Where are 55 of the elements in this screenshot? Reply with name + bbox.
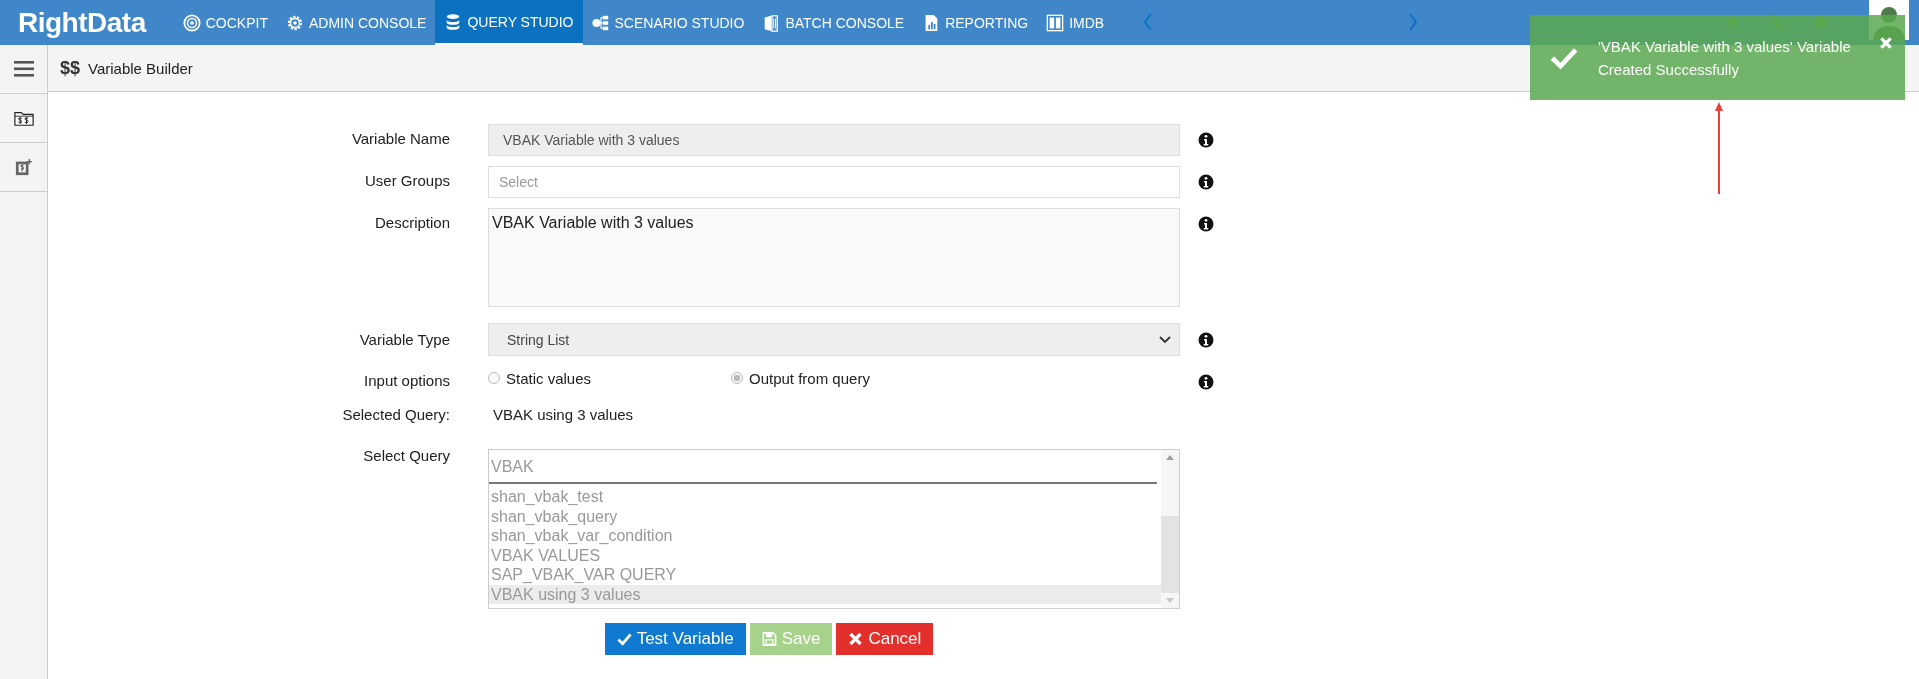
- nav-tab[interactable]: SCENARIO STUDIO: [582, 0, 754, 45]
- variable-name-field[interactable]: VBAK Variable with 3 values: [488, 124, 1180, 156]
- nav-tab[interactable]: REPORTING: [913, 0, 1038, 45]
- info-icon[interactable]: [1198, 132, 1214, 148]
- query-list-item[interactable]: SAP_VBAK_VAR QUERY: [489, 565, 1161, 585]
- radio-label: Static values: [506, 369, 592, 387]
- action-button[interactable]: Cancel: [836, 623, 934, 655]
- field-label: Selected Query:: [341, 405, 451, 423]
- radio-button[interactable]: [731, 372, 743, 384]
- caret-icon: [1159, 335, 1171, 344]
- user-groups-field[interactable]: Select: [488, 166, 1180, 198]
- dollar-folder-icon[interactable]: [13, 109, 34, 127]
- dollar-add-icon[interactable]: [13, 158, 34, 176]
- query-list-item[interactable]: shan_vbak_query: [489, 506, 1161, 526]
- close-icon[interactable]: [1879, 36, 1893, 50]
- selected-query-value: VBAK using 3 values: [492, 405, 635, 423]
- radio-option[interactable]: Static values: [488, 369, 731, 387]
- flow-icon: [591, 13, 610, 32]
- query-list-item[interactable]: shan_vbak_var_condition: [489, 526, 1161, 546]
- description-field[interactable]: VBAK Variable with 3 values: [488, 208, 1180, 307]
- toast-message: 'VBAK Variable with 3 values' Variable Created Successfully: [1598, 36, 1852, 80]
- nav-tab[interactable]: QUERY STUDIO: [435, 0, 583, 45]
- action-button[interactable]: Test Variable: [604, 623, 746, 655]
- query-list-item[interactable]: VBAK using 3 values: [489, 584, 1161, 604]
- menu-icon[interactable]: [13, 60, 34, 78]
- info-icon[interactable]: [1198, 216, 1214, 232]
- field-label: Variable Name: [350, 129, 451, 147]
- radio-button[interactable]: [488, 372, 500, 384]
- variable-type-dropdown[interactable]: String List: [488, 323, 1180, 356]
- field-label: Input options: [363, 371, 451, 389]
- field-label: Select Query: [362, 446, 451, 464]
- nav-tab[interactable]: COCKPIT: [173, 0, 277, 45]
- info-icon[interactable]: [1198, 174, 1214, 190]
- nav-tab[interactable]: ADMIN CONSOLE: [276, 0, 436, 45]
- columns-icon: [1046, 13, 1065, 32]
- query-list-item[interactable]: VBAK VALUES: [489, 545, 1161, 565]
- field-label: Variable Type: [358, 330, 451, 348]
- variable-icon: $$: [60, 57, 81, 79]
- info-icon[interactable]: [1198, 332, 1214, 348]
- target-icon: [182, 13, 201, 32]
- book-icon: [762, 13, 781, 32]
- check-icon: [1550, 46, 1578, 69]
- logo[interactable]: RightData: [18, 6, 146, 39]
- nav-tab[interactable]: BATCH CONSOLE: [753, 0, 914, 45]
- page-title: Variable Builder: [88, 59, 193, 77]
- field-label: Description: [373, 213, 451, 231]
- field-label: User Groups: [363, 171, 451, 189]
- check-icon: [616, 632, 632, 646]
- query-list-item[interactable]: shan_vbak_test: [489, 487, 1161, 507]
- radio-label: Output from query: [749, 369, 870, 387]
- close-icon: [848, 632, 864, 646]
- info-icon[interactable]: [1198, 374, 1214, 390]
- gear-icon: [285, 13, 304, 32]
- nav-tab[interactable]: IMDB: [1037, 0, 1114, 45]
- radio-option[interactable]: Output from query: [731, 369, 974, 387]
